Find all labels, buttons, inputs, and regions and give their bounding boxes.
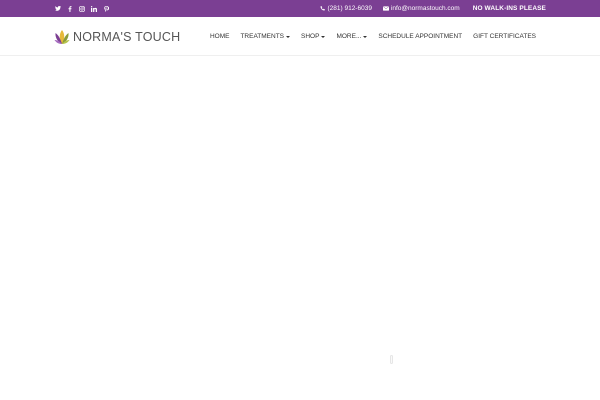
- caret-down-icon: [321, 35, 326, 38]
- nav-label: GIFT CERTIFICATES: [473, 33, 536, 40]
- twitter-icon[interactable]: [52, 0, 64, 17]
- email-address: info@normastouch.com: [390, 5, 460, 12]
- main-nav: HOME TREATMENTS SHOP MORE... SCHEDULE AP…: [199, 17, 536, 56]
- top-bar: (281) 912-6039 info@normastouch.com NO W…: [0, 0, 600, 17]
- nav-label: HOME: [209, 33, 230, 40]
- scroll-indicator: [390, 355, 393, 364]
- site-header: NORMA'S TOUCH HOME TREATMENTS SHOP MORE.…: [0, 17, 600, 56]
- pinterest-icon[interactable]: [100, 0, 112, 17]
- phone-link[interactable]: (281) 912-6039: [320, 5, 372, 12]
- social-links: [52, 0, 112, 17]
- caret-down-icon: [363, 35, 368, 38]
- contact-info: (281) 912-6039 info@normastouch.com NO W…: [320, 0, 600, 17]
- linkedin-icon[interactable]: [88, 0, 100, 17]
- nav-label: TREATMENTS: [240, 33, 285, 40]
- no-walkins-notice: NO WALK-INS PLEASE: [472, 5, 546, 12]
- site-logo[interactable]: NORMA'S TOUCH: [54, 26, 180, 48]
- nav-treatments[interactable]: TREATMENTS: [240, 33, 291, 40]
- caret-down-icon: [286, 35, 291, 38]
- instagram-icon[interactable]: [76, 0, 88, 17]
- phone-number: (281) 912-6039: [327, 5, 372, 12]
- facebook-icon[interactable]: [64, 0, 76, 17]
- lotus-logo-icon: [54, 30, 70, 44]
- nav-label: SHOP: [301, 33, 320, 40]
- phone-icon: [320, 6, 326, 11]
- nav-home[interactable]: HOME: [210, 33, 230, 40]
- envelope-icon: [382, 6, 389, 11]
- nav-label: SCHEDULE APPOINTMENT: [378, 33, 463, 40]
- nav-more[interactable]: MORE...: [336, 33, 368, 40]
- nav-label: MORE...: [336, 33, 362, 40]
- nav-schedule-appointment[interactable]: SCHEDULE APPOINTMENT: [378, 33, 462, 40]
- nav-gift-certificates[interactable]: GIFT CERTIFICATES: [473, 33, 536, 40]
- email-link[interactable]: info@normastouch.com: [382, 5, 460, 12]
- nav-shop[interactable]: SHOP: [301, 33, 326, 40]
- logo-text: NORMA'S TOUCH: [73, 30, 181, 44]
